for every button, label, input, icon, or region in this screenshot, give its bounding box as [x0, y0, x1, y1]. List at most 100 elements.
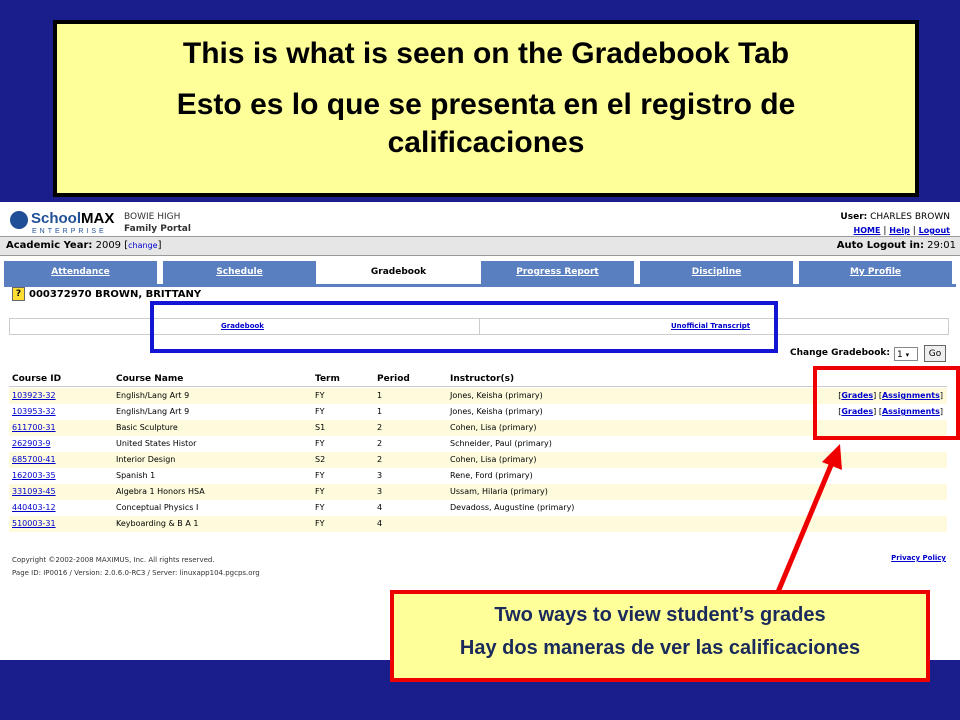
slide-title-english: This is what is seen on the Gradebook Ta…	[182, 37, 790, 70]
course-name: Basic Sculpture	[116, 423, 178, 432]
tab-attendance[interactable]: Attendance	[4, 261, 157, 284]
slide-title-spanish: Esto es lo que se presenta en el registr…	[176, 88, 796, 159]
course-instructor: Devadoss, Augustine (primary)	[450, 503, 575, 512]
courses-table-header: Course ID Course Name Term Period Instru…	[9, 370, 947, 387]
course-term: FY	[315, 519, 325, 528]
course-period: 2	[377, 455, 383, 464]
user-label: User:	[840, 212, 868, 222]
user-name: CHARLES BROWN	[870, 212, 950, 222]
gradebook-select-value: 1	[897, 350, 903, 360]
course-name: Spanish 1	[116, 471, 156, 480]
grade-links-highlight-box	[813, 366, 960, 440]
course-name: Algebra 1 Honors HSA	[116, 487, 205, 496]
help-link[interactable]: Help	[889, 226, 910, 235]
auto-logout-time: 29:01	[927, 240, 956, 251]
course-name: Interior Design	[116, 455, 176, 464]
change-gradebook-label: Change Gradebook:	[790, 348, 891, 358]
course-id-link[interactable]: 331093-45	[12, 487, 56, 496]
course-term: S2	[315, 455, 326, 464]
course-name: Conceptual Physics I	[116, 503, 199, 512]
academic-year-label: Academic Year:	[6, 240, 93, 251]
course-term: FY	[315, 487, 325, 496]
gradebook-select[interactable]: 1 ▾	[894, 347, 918, 361]
school-name: BOWIE HIGH	[124, 212, 181, 222]
academic-year-bar: Academic Year: 2009 [change] Auto Logout…	[0, 236, 960, 256]
course-period: 2	[377, 439, 383, 448]
privacy-policy-link[interactable]: Privacy Policy	[891, 554, 946, 562]
course-instructor: Cohen, Lisa (primary)	[450, 423, 537, 432]
page-id: Page ID: IP0016 / Version: 2.0.6.0-RC3 /…	[12, 569, 260, 577]
portal-name: Family Portal	[124, 224, 191, 234]
course-instructor: Schneider, Paul (primary)	[450, 439, 552, 448]
main-tabs: Attendance Schedule Gradebook Progress R…	[4, 261, 956, 284]
course-instructor: Cohen, Lisa (primary)	[450, 455, 537, 464]
home-link[interactable]: HOME	[854, 226, 881, 235]
course-term: FY	[315, 503, 325, 512]
course-id-link[interactable]: 510003-31	[12, 519, 56, 528]
course-id-link[interactable]: 103953-32	[12, 407, 56, 416]
course-period: 1	[377, 407, 383, 416]
col-course-name: Course Name	[116, 374, 184, 384]
table-row: 262903-9 United States Histor FY 2 Schneider…	[9, 436, 947, 452]
course-name: English/Lang Art 9	[116, 407, 190, 416]
separator: |	[883, 226, 887, 236]
course-period: 4	[377, 503, 383, 512]
student-id-name: 000372970 BROWN, BRITTANY	[29, 289, 202, 300]
course-id-link[interactable]: 685700-41	[12, 455, 56, 464]
course-instructor: Jones, Keisha (primary)	[450, 407, 543, 416]
logo-globe-icon	[10, 211, 28, 229]
course-period: 1	[377, 391, 383, 400]
callout-box: Two ways to view student’s grades Hay do…	[390, 590, 930, 682]
student-header: ? 000372970 BROWN, BRITTANY	[12, 287, 201, 301]
course-instructor: Ussam, Hilaria (primary)	[450, 487, 548, 496]
school-info: BOWIE HIGH Family Portal	[124, 211, 191, 235]
user-info: User: CHARLES BROWN HOME | Help | Logout	[840, 211, 950, 238]
help-icon[interactable]: ?	[12, 287, 25, 301]
change-year-link[interactable]: change	[128, 241, 157, 250]
col-instructors: Instructor(s)	[450, 374, 515, 384]
course-name: United States Histor	[116, 439, 197, 448]
logo-bold: MAX	[81, 210, 115, 227]
courses-table-body: 103923-32 English/Lang Art 9 FY 1 Jones, Kei…	[9, 388, 947, 532]
course-term: FY	[315, 471, 325, 480]
tab-schedule[interactable]: Schedule	[163, 261, 316, 284]
chevron-down-icon: ▾	[905, 351, 910, 359]
course-id-link[interactable]: 611700-31	[12, 423, 56, 432]
subtabs-highlight-box	[150, 301, 778, 353]
course-term: FY	[315, 407, 325, 416]
course-instructor: Jones, Keisha (primary)	[450, 391, 543, 400]
table-row: 440403-12 Conceptual Physics I FY 4 Devadoss…	[9, 500, 947, 516]
table-row: 103923-32 English/Lang Art 9 FY 1 Jones, Kei…	[9, 388, 947, 404]
callout-english: Two ways to view student’s grades	[494, 604, 826, 626]
logout-link[interactable]: Logout	[919, 226, 950, 235]
slide-title-box: This is what is seen on the Gradebook Ta…	[53, 20, 919, 197]
table-row: 510003-31 Keyboarding & B A 1 FY 4	[9, 516, 947, 532]
course-instructor: Rene, Ford (primary)	[450, 471, 533, 480]
go-button[interactable]: Go	[924, 345, 946, 362]
tab-progress-report[interactable]: Progress Report	[481, 261, 634, 284]
course-id-link[interactable]: 103923-32	[12, 391, 56, 400]
tab-discipline[interactable]: Discipline	[640, 261, 793, 284]
course-id-link[interactable]: 440403-12	[12, 503, 56, 512]
table-row: 103953-32 English/Lang Art 9 FY 1 Jones, Kei…	[9, 404, 947, 420]
col-course-id: Course ID	[12, 374, 62, 384]
course-period: 3	[377, 487, 383, 496]
course-term: S1	[315, 423, 326, 432]
course-period: 4	[377, 519, 383, 528]
course-term: FY	[315, 439, 325, 448]
course-id-link[interactable]: 262903-9	[12, 439, 51, 448]
table-row: 331093-45 Algebra 1 Honors HSA FY 3 Ussam, H…	[9, 484, 947, 500]
callout-spanish: Hay dos maneras de ver las calificacione…	[459, 637, 861, 659]
tab-gradebook[interactable]: Gradebook	[322, 261, 475, 284]
tab-my-profile[interactable]: My Profile	[799, 261, 952, 284]
logo-prefix: School	[31, 210, 82, 227]
col-period: Period	[377, 374, 410, 384]
footer: Copyright ©2002-2008 MAXIMUS, Inc. All r…	[12, 554, 260, 580]
table-row: 685700-41 Interior Design S2 2 Cohen, Lisa (…	[9, 452, 947, 468]
col-term: Term	[315, 374, 340, 384]
academic-year-value: 2009	[95, 240, 122, 251]
table-row: 162003-35 Spanish 1 FY 3 Rene, Ford (primary…	[9, 468, 947, 484]
course-term: FY	[315, 391, 325, 400]
separator: |	[912, 226, 916, 236]
course-id-link[interactable]: 162003-35	[12, 471, 56, 480]
